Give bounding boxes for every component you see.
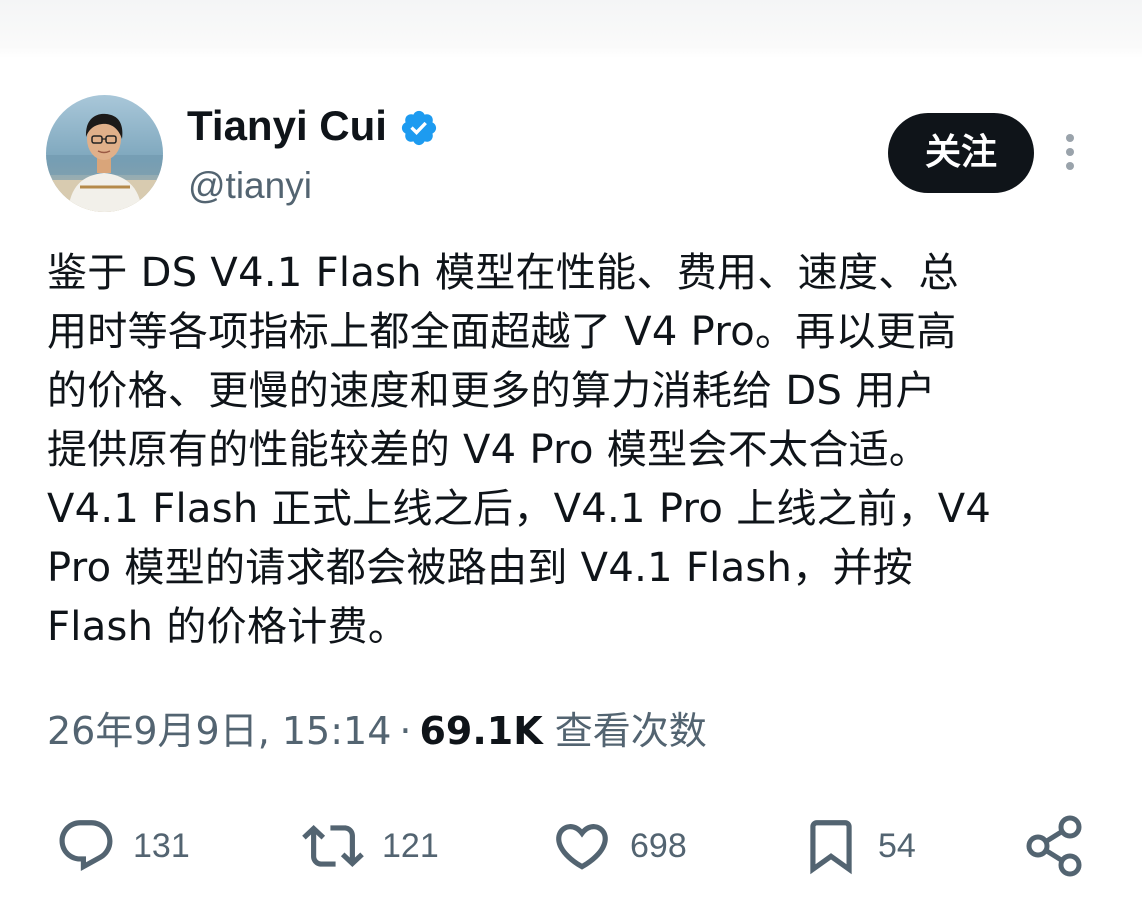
tweet-text-line: 用时等各项指标上都全面超越了 V4 Pro。再以更高: [47, 309, 957, 355]
bookmark-icon: [810, 820, 852, 875]
tweet-text-line: Flash 的价格计费。: [47, 604, 409, 650]
tweet-page: Tianyi Cui @tianyi 关注 鉴于 DS V4.1 Flash 模…: [0, 0, 1142, 924]
reply-button[interactable]: 131: [55, 810, 190, 882]
tweet-actions: 131 121 698 54: [0, 810, 1142, 882]
meta-separator: ·: [399, 709, 412, 753]
tweet-text-line: 鉴于 DS V4.1 Flash 模型在性能、费用、速度、总: [47, 250, 959, 296]
tweet-meta: 26年9月9日, 15:14 · 69.1K 查看次数: [47, 705, 707, 757]
tweet-text-line: Pro 模型的请求都会被路由到 V4.1 Flash，并按: [47, 545, 914, 591]
avatar[interactable]: [46, 95, 163, 212]
bookmark-button[interactable]: 54: [800, 810, 916, 882]
views-count: 69.1K: [419, 709, 543, 753]
follow-button[interactable]: 关注: [888, 113, 1034, 193]
views-label: 查看次数: [554, 709, 707, 753]
tweet-text-line: V4.1 Flash 正式上线之后，V4.1 Pro 上线之前，V4: [47, 486, 992, 532]
bookmark-count: 54: [878, 826, 916, 865]
avatar-photo: [46, 95, 163, 212]
tweet-text: 鉴于 DS V4.1 Flash 模型在性能、费用、速度、总 用时等各项指标上都…: [47, 244, 1097, 657]
author-name-row[interactable]: Tianyi Cui: [187, 98, 439, 154]
retweet-count: 121: [382, 826, 439, 865]
reply-count: 131: [133, 826, 190, 865]
tweet-text-line: 提供原有的性能较差的 V4 Pro 模型会不太合适。: [47, 427, 930, 473]
author-handle[interactable]: @tianyi: [188, 162, 312, 210]
verified-badge-icon: [399, 106, 439, 146]
tweet-text-line: 的价格、更慢的速度和更多的算力消耗给 DS 用户: [47, 368, 936, 414]
like-button[interactable]: 698: [550, 810, 687, 882]
tweet-timestamp[interactable]: 26年9月9日, 15:14: [47, 709, 391, 753]
heart-icon: [556, 824, 608, 870]
share-icon: [1026, 815, 1082, 877]
like-count: 698: [630, 826, 687, 865]
author-name[interactable]: Tianyi Cui: [187, 98, 387, 154]
reply-icon: [59, 820, 113, 872]
retweet-button[interactable]: 121: [300, 810, 439, 882]
retweet-icon: [302, 825, 364, 867]
top-divider-strip: [0, 0, 1142, 58]
more-options-icon[interactable]: [1056, 132, 1084, 172]
share-button[interactable]: [1022, 810, 1088, 882]
